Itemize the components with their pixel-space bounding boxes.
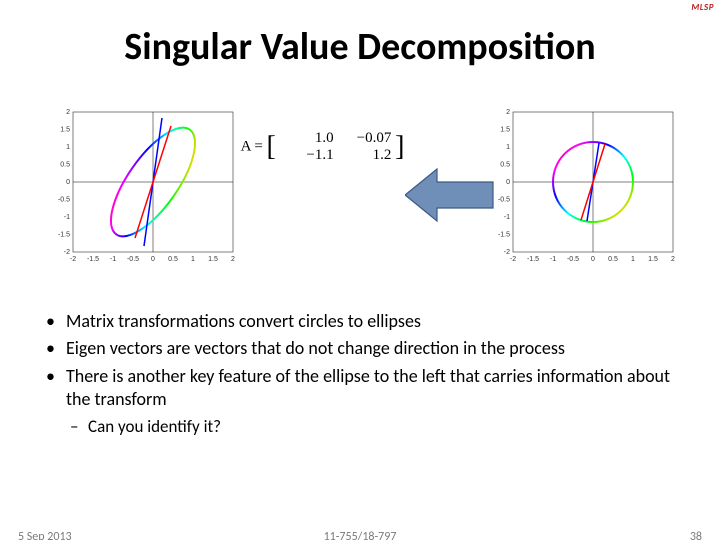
svg-text:-1.5: -1.5 [58, 231, 70, 238]
footer-course: 11-755/18-797 [0, 530, 720, 540]
svg-text:0: 0 [151, 256, 155, 263]
svg-text:-2: -2 [504, 249, 510, 256]
svg-text:0.5: 0.5 [60, 161, 70, 168]
svg-text:-0.5: -0.5 [58, 196, 70, 203]
matrix-label: A = [241, 138, 263, 154]
svg-text:2: 2 [231, 256, 235, 263]
svg-text:1: 1 [191, 256, 195, 263]
bullet-list: Matrix transformations convert circles t… [40, 310, 680, 438]
svg-text:1.5: 1.5 [60, 126, 70, 133]
slide-title: Singular Value Decomposition [0, 24, 720, 70]
svg-text:1: 1 [631, 256, 635, 263]
svg-text:-1: -1 [64, 214, 70, 221]
plot-ellipse: -2 -1.5 -1 -0.5 0 0.5 1 1.5 2 -2 -1.5 -1 -0.5 0 0.5 1 1… [55, 108, 240, 263]
svg-text:2: 2 [506, 109, 510, 116]
svg-text:2: 2 [671, 256, 675, 263]
bullet-2: Eigen vectors are vectors that do not ch… [40, 337, 680, 360]
svg-text:-1.5: -1.5 [498, 231, 510, 238]
svg-text:-1: -1 [550, 256, 556, 263]
svg-text:0.5: 0.5 [500, 161, 510, 168]
figure-row: -2 -1.5 -1 -0.5 0 0.5 1 1.5 2 -2 -1.5 -1 -0.5 0 0.5 1 1… [55, 100, 680, 270]
svg-text:-1: -1 [504, 214, 510, 221]
svg-text:-2: -2 [70, 256, 76, 263]
svg-text:-0.5: -0.5 [498, 196, 510, 203]
svg-text:1: 1 [66, 144, 70, 151]
svg-text:1.5: 1.5 [648, 256, 658, 263]
svg-text:-2: -2 [64, 249, 70, 256]
svg-text:-1.5: -1.5 [87, 256, 99, 263]
bullet-3: There is another key feature of the elli… [40, 365, 680, 412]
svg-text:-1: -1 [110, 256, 116, 263]
svg-text:0.5: 0.5 [608, 256, 618, 263]
bullet-3a: Can you identify it? [40, 416, 680, 438]
svg-text:1.5: 1.5 [500, 126, 510, 133]
svg-text:-0.5: -0.5 [567, 256, 579, 263]
svg-text:-0.5: -0.5 [127, 256, 139, 263]
logo-mlsp: MLSP [691, 2, 714, 13]
svg-text:-1.5: -1.5 [527, 256, 539, 263]
bullet-1: Matrix transformations convert circles t… [40, 310, 680, 333]
plot-circle: -2 -1.5 -1 -0.5 0 0.5 1 1.5 2 -2 -1.5 -1 -0.5 0 0.5 1 1.… [495, 108, 680, 263]
svg-text:0: 0 [591, 256, 595, 263]
svg-text:0: 0 [66, 179, 70, 186]
svg-text:-2: -2 [510, 256, 516, 263]
matrix-A: A = [ 1.0 −0.07 −1.1 1.2 ] [240, 130, 405, 164]
slide: MLSP Singular Value Decomposition -2 -1.5… [0, 0, 720, 540]
footer-page: 38 [690, 530, 702, 540]
svg-text:1.5: 1.5 [208, 256, 218, 263]
svg-text:0: 0 [506, 179, 510, 186]
svg-text:0.5: 0.5 [168, 256, 178, 263]
svg-text:2: 2 [66, 109, 70, 116]
arrow-left-icon [405, 165, 495, 225]
svg-text:1: 1 [506, 144, 510, 151]
